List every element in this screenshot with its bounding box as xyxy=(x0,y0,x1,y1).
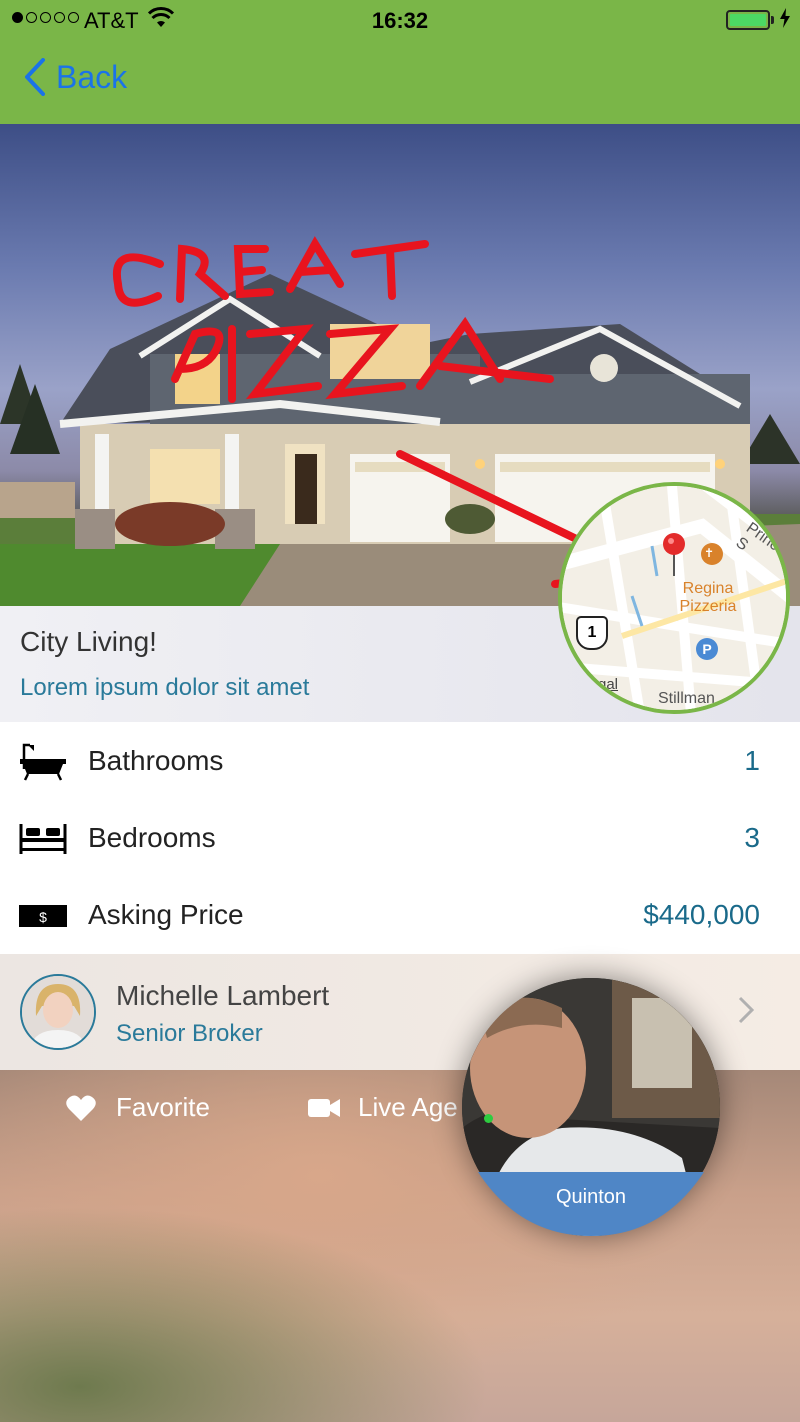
parking-icon: P xyxy=(696,638,718,660)
restaurant-icon: ✝ xyxy=(704,546,715,560)
agent-avatar xyxy=(20,974,96,1050)
listing-subtitle: Lorem ipsum dolor sit amet xyxy=(20,674,310,701)
listing-title: City Living! xyxy=(20,626,157,657)
agent-role: Senior Broker xyxy=(116,1020,263,1047)
route-shield-icon: 1 xyxy=(576,616,608,650)
online-indicator xyxy=(484,1114,493,1123)
detail-value: 1 xyxy=(744,744,760,776)
detail-row-bathrooms[interactable]: Bathrooms 1 xyxy=(0,722,800,799)
map-pin-icon xyxy=(662,532,686,581)
agent-name: Michelle Lambert xyxy=(116,980,330,1011)
battery-icon xyxy=(726,10,770,30)
status-bar: AT&T 16:32 xyxy=(0,0,800,40)
battery-tip xyxy=(771,16,774,24)
detail-row-bedrooms[interactable]: Bedrooms 3 xyxy=(0,799,800,876)
detail-label: Bedrooms xyxy=(88,821,216,853)
bed-icon xyxy=(18,818,68,858)
map-partial-label: gal xyxy=(598,676,619,693)
chevron-right-icon[interactable] xyxy=(738,996,755,1032)
detail-value: 3 xyxy=(744,821,760,853)
favorite-label: Favorite xyxy=(116,1092,210,1122)
chevron-left-icon xyxy=(25,58,45,96)
live-agent-button[interactable]: Live Age xyxy=(308,1092,458,1123)
status-time: 16:32 xyxy=(371,8,429,33)
back-label: Back xyxy=(56,58,128,95)
back-button[interactable]: Back xyxy=(24,58,127,96)
video-camera-icon xyxy=(308,1098,340,1117)
detail-label: Bathrooms xyxy=(88,744,224,776)
heart-icon xyxy=(66,1095,96,1121)
map-street-label: Stillman xyxy=(658,690,715,707)
property-details: Bathrooms 1 Bedrooms 3 $ Asking Price $4… xyxy=(0,722,800,954)
detail-label: Asking Price xyxy=(88,898,244,930)
bathtub-icon xyxy=(18,741,68,781)
caller-name: Quinton xyxy=(555,1186,627,1208)
dollar-bill-icon: $ xyxy=(18,895,68,935)
detail-row-asking-price[interactable]: $ Asking Price $440,000 xyxy=(0,876,800,953)
detail-value: $440,000 xyxy=(643,898,760,930)
live-agent-label: Live Age xyxy=(358,1092,458,1122)
map-bubble[interactable]: ✝ Regina Pizzeria Prince S Stillman 1 P … xyxy=(558,482,790,714)
map-place-label: Regina Pizzeria xyxy=(679,580,737,615)
favorite-button[interactable]: Favorite xyxy=(66,1092,210,1123)
charging-bolt-icon xyxy=(780,8,790,33)
svg-text:$: $ xyxy=(39,909,47,925)
